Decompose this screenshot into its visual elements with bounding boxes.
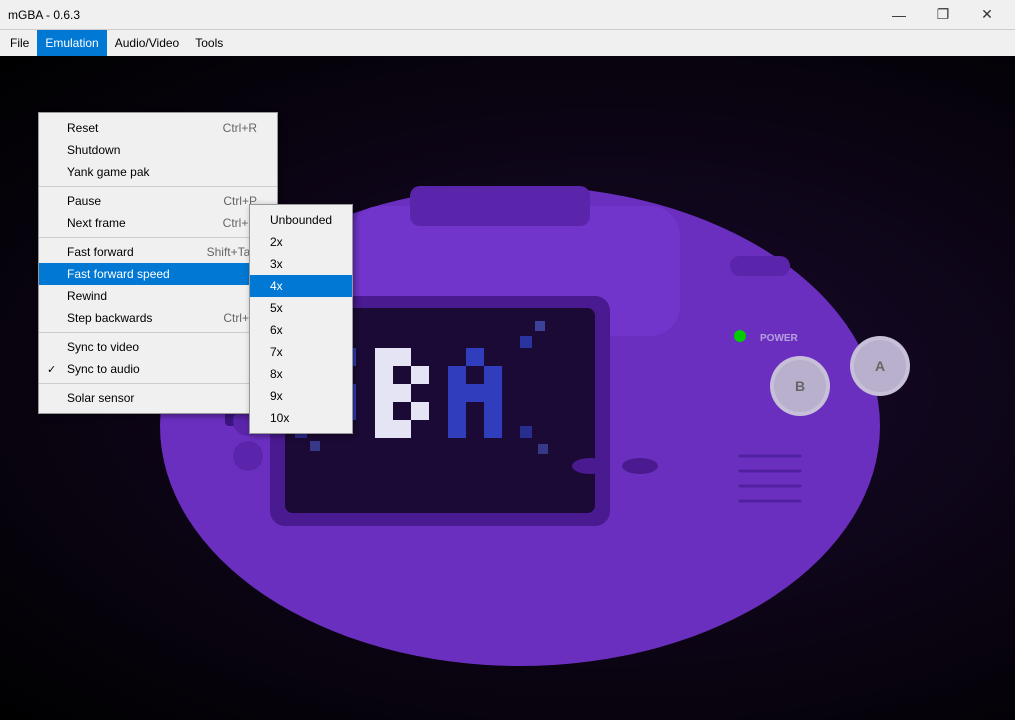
menu-pause[interactable]: Pause Ctrl+P — [39, 190, 277, 212]
menu-solarsensor[interactable]: Solar sensor ▶ — [39, 387, 277, 409]
svg-text:B: B — [795, 378, 805, 394]
separator-1 — [39, 186, 277, 187]
menu-fastforwardspeed[interactable]: Fast forward speed ▶ — [39, 263, 277, 285]
menu-file[interactable]: File — [2, 30, 37, 56]
menubar: File Emulation Audio/Video Tools — [0, 30, 1015, 56]
close-button[interactable]: ✕ — [967, 5, 1007, 25]
menu-audiovideo[interactable]: Audio/Video — [107, 30, 188, 56]
separator-3 — [39, 332, 277, 333]
emulation-dropdown: Reset Ctrl+R Shutdown Yank game pak Paus… — [38, 112, 278, 414]
speed-10x[interactable]: 10x — [250, 407, 352, 429]
speed-4x[interactable]: 4x — [250, 275, 352, 297]
separator-4 — [39, 383, 277, 384]
menu-reset[interactable]: Reset Ctrl+R — [39, 117, 277, 139]
menu-synctoaudio[interactable]: ✓ Sync to audio — [39, 358, 277, 380]
menu-fastforward[interactable]: Fast forward Shift+Tab — [39, 241, 277, 263]
window-title: mGBA - 0.6.3 — [8, 8, 80, 22]
svg-text:POWER: POWER — [760, 333, 799, 344]
menu-shutdown[interactable]: Shutdown — [39, 139, 277, 161]
speed-6x[interactable]: 6x — [250, 319, 352, 341]
content-area: B A POWER Reset Ctrl+R Shutdown Yank gam… — [0, 56, 1015, 720]
titlebar: mGBA - 0.6.3 — ❐ ✕ — [0, 0, 1015, 30]
menu-emulation[interactable]: Emulation — [37, 30, 106, 56]
separator-2 — [39, 237, 277, 238]
speed-2x[interactable]: 2x — [250, 231, 352, 253]
speed-5x[interactable]: 5x — [250, 297, 352, 319]
window-controls: — ❐ ✕ — [879, 5, 1007, 25]
fastforward-submenu: Unbounded 2x 3x 4x 5x 6x 7x 8x 9x 10x — [249, 204, 353, 434]
speed-3x[interactable]: 3x — [250, 253, 352, 275]
maximize-button[interactable]: ❐ — [923, 5, 963, 25]
speed-9x[interactable]: 9x — [250, 385, 352, 407]
minimize-button[interactable]: — — [879, 5, 919, 25]
menu-synctovideo[interactable]: Sync to video — [39, 336, 277, 358]
speed-8x[interactable]: 8x — [250, 363, 352, 385]
menu-stepbackwards[interactable]: Step backwards Ctrl+B — [39, 307, 277, 329]
speed-7x[interactable]: 7x — [250, 341, 352, 363]
menu-nextframe[interactable]: Next frame Ctrl+N — [39, 212, 277, 234]
speed-unbounded[interactable]: Unbounded — [250, 209, 352, 231]
menu-rewind[interactable]: Rewind ~ — [39, 285, 277, 307]
menu-yank[interactable]: Yank game pak — [39, 161, 277, 183]
menu-tools[interactable]: Tools — [187, 30, 231, 56]
svg-text:A: A — [875, 358, 885, 374]
